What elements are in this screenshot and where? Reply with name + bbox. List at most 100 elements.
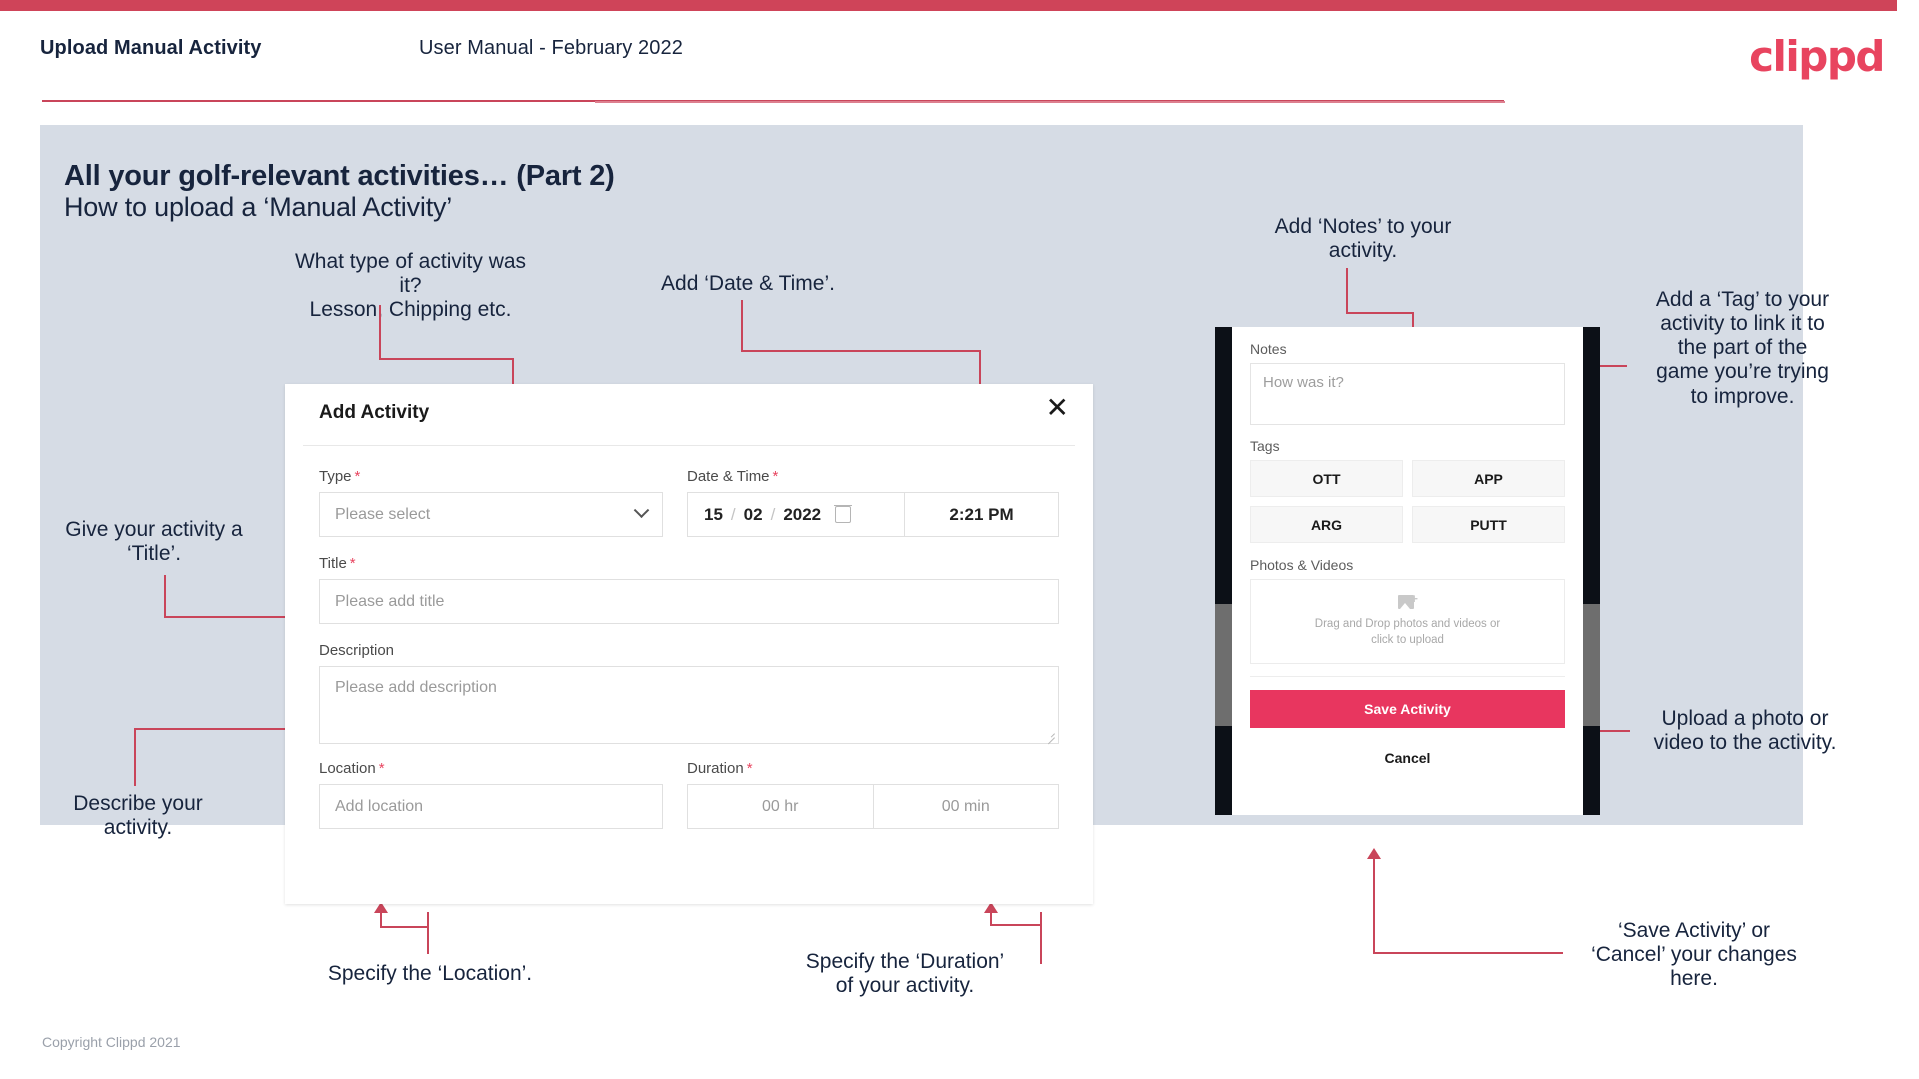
chevron-down-icon xyxy=(633,502,650,519)
time-input[interactable]: 2:21 PM xyxy=(904,492,1059,537)
leader-loc-v2 xyxy=(427,912,429,954)
annotation-save: ‘Save Activity’ or ‘Cancel’ your changes… xyxy=(1591,919,1797,991)
leader-type-h xyxy=(379,358,514,360)
title-required-mark: * xyxy=(349,555,356,572)
dialog-body: Type* Please select Date & Time* 15 / xyxy=(285,446,1093,829)
leader-notes-h xyxy=(1346,312,1414,314)
description-placeholder: Please add description xyxy=(335,679,497,696)
duration-required-mark: * xyxy=(746,760,753,777)
leader-type-v1 xyxy=(379,305,381,360)
dialog-header: Add Activity ✕ xyxy=(303,384,1075,446)
leader-dur-h xyxy=(990,924,1042,926)
title-label: Title * xyxy=(319,555,1059,572)
dialog-title: Add Activity xyxy=(319,402,430,423)
photo-dropzone[interactable]: + Drag and Drop photos and videos or cli… xyxy=(1250,579,1565,664)
duration-group: 00 hr 00 min xyxy=(687,784,1059,829)
notes-textarea[interactable]: How was it? xyxy=(1250,363,1565,425)
leader-dt-v1 xyxy=(741,300,743,352)
tag-button-putt[interactable]: PUTT xyxy=(1412,506,1565,543)
duration-label-text: Duration xyxy=(687,760,744,777)
date-year: 2022 xyxy=(783,504,822,524)
header-divider-light xyxy=(595,101,1505,103)
description-textarea[interactable]: Please add description xyxy=(319,666,1059,744)
annotation-description: Describe your activity. xyxy=(73,792,203,840)
annotation-tags: Add a ‘Tag’ to your activity to link it … xyxy=(1655,288,1830,408)
annotation-duration: Specify the ‘Duration’ of your activity. xyxy=(805,950,1005,998)
duration-minutes-input[interactable]: 00 min xyxy=(873,784,1059,829)
slide-subheading: How to upload a ‘Manual Activity’ xyxy=(64,192,453,222)
top-accent-bar-gap xyxy=(1897,0,1919,11)
type-label: Type * xyxy=(319,468,663,485)
date-input[interactable]: 15 / 02 / 2022 xyxy=(687,492,904,537)
dropzone-text: Drag and Drop photos and videos or click… xyxy=(1314,618,1501,646)
type-label-text: Type xyxy=(319,468,352,485)
type-placeholder: Please select xyxy=(335,505,431,523)
type-select[interactable]: Please select xyxy=(319,492,663,537)
save-activity-button[interactable]: Save Activity xyxy=(1250,690,1565,728)
date-day: 15 xyxy=(704,504,723,524)
tag-button-app[interactable]: APP xyxy=(1412,460,1565,497)
top-accent-bar xyxy=(0,0,1919,11)
leader-desc-v xyxy=(134,728,136,786)
page-title: Upload Manual Activity xyxy=(40,37,262,59)
annotation-datetime: Add ‘Date & Time’. xyxy=(661,272,835,295)
tags-label: Tags xyxy=(1250,438,1280,454)
field-duration: Duration * 00 hr 00 min xyxy=(687,760,1059,829)
tag-button-arg[interactable]: ARG xyxy=(1250,506,1403,543)
field-title: Title * Please add title xyxy=(319,555,1059,624)
description-label: Description xyxy=(319,642,395,659)
phone-screen: Notes How was it? Tags OTT APP ARG PUTT … xyxy=(1232,327,1583,815)
duration-hours-input[interactable]: 00 hr xyxy=(687,784,874,829)
annotation-title: Give your activity a ‘Title’. xyxy=(65,518,243,566)
duration-label: Duration * xyxy=(687,760,1059,777)
datetime-required-mark: * xyxy=(772,468,779,485)
date-sep-2: / xyxy=(770,504,776,524)
title-label-text: Title xyxy=(319,555,347,572)
title-input[interactable]: Please add title xyxy=(319,579,1059,624)
datetime-group: 15 / 02 / 2022 2:21 PM xyxy=(687,492,1059,537)
leader-dur-v1 xyxy=(990,912,992,926)
leader-save-h xyxy=(1373,952,1563,954)
cancel-button[interactable]: Cancel xyxy=(1250,750,1565,766)
leader-dur-v2 xyxy=(1040,912,1042,964)
row-location-duration: Location * Add location Duration * 00 hr 0… xyxy=(319,760,1059,829)
date-sep-1: / xyxy=(730,504,736,524)
notes-label: Notes xyxy=(1250,341,1287,357)
page-subtitle: User Manual - February 2022 xyxy=(419,37,683,59)
clippd-logo: clippd xyxy=(1749,32,1885,81)
leader-save-arrow xyxy=(1367,848,1381,859)
footer-copyright: Copyright Clippd 2021 xyxy=(42,1034,181,1050)
datetime-label: Date & Time * xyxy=(687,468,1059,485)
location-input[interactable]: Add location xyxy=(319,784,663,829)
datetime-label-text: Date & Time xyxy=(687,468,770,485)
field-datetime: Date & Time * 15 / 02 / 2022 2:21 PM xyxy=(687,468,1059,537)
annotation-type: What type of activity was it? Lesson, Ch… xyxy=(294,250,527,322)
row-type-datetime: Type* Please select Date & Time* 15 / xyxy=(319,468,1059,537)
slide-page: Upload Manual Activity User Manual - Feb… xyxy=(0,0,1919,1079)
field-location: Location * Add location xyxy=(319,760,663,829)
location-label-text: Location xyxy=(319,760,376,777)
location-required-mark: * xyxy=(378,760,385,777)
image-add-icon: + xyxy=(1398,592,1418,610)
tags-grid: OTT APP ARG PUTT xyxy=(1250,460,1565,543)
leader-loc-v1 xyxy=(380,912,382,928)
leader-notes-v1 xyxy=(1346,268,1348,314)
close-icon[interactable]: ✕ xyxy=(1046,394,1069,422)
leader-save-v xyxy=(1373,858,1375,954)
annotation-photos: Upload a photo or video to the activity. xyxy=(1653,707,1837,755)
type-required-mark: * xyxy=(354,468,361,485)
leader-desc-h xyxy=(134,728,286,730)
field-type: Type * Please select xyxy=(319,468,663,537)
leader-dt-h xyxy=(741,350,981,352)
field-description: Description Please add description xyxy=(319,642,1059,744)
resize-handle-icon[interactable] xyxy=(1045,730,1055,740)
leader-loc-h xyxy=(380,926,428,928)
photos-label: Photos & Videos xyxy=(1250,557,1354,573)
mobile-divider xyxy=(1250,676,1565,677)
phone-frame-left-band xyxy=(1215,604,1232,726)
tag-button-ott[interactable]: OTT xyxy=(1250,460,1403,497)
date-month: 02 xyxy=(743,504,763,524)
mobile-preview: Notes How was it? Tags OTT APP ARG PUTT … xyxy=(1215,327,1600,815)
calendar-icon[interactable] xyxy=(834,505,852,523)
phone-frame-right xyxy=(1583,327,1600,815)
